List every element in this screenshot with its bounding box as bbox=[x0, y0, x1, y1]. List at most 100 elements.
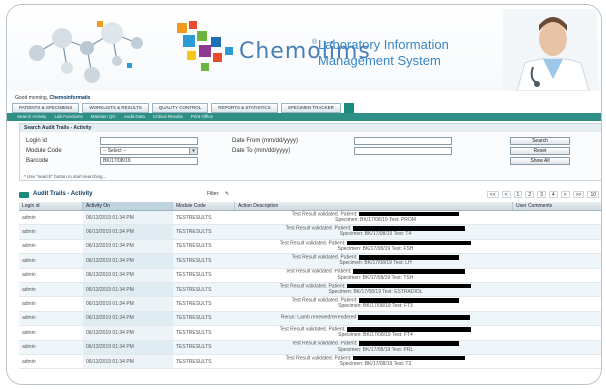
cell-login-id: admin bbox=[22, 257, 36, 264]
show-all-button[interactable]: Show All bbox=[510, 157, 570, 165]
tab-patients-specimens[interactable]: PATIENTS & SPECIMENS bbox=[12, 103, 80, 113]
tagline-line-1: Laboratory Information bbox=[318, 37, 449, 52]
cell-activity-on: 06/13/2019 01:34 PM bbox=[83, 225, 173, 239]
cell-user-comments bbox=[513, 211, 601, 224]
action-text-2: Specimen: BK/17/08/19 Test: FSH bbox=[337, 245, 414, 252]
filter-icon[interactable]: ✎ bbox=[225, 191, 229, 197]
tab-reports-statistics[interactable]: REPORTS & STATISTICS bbox=[211, 103, 278, 113]
cell-user-comments bbox=[513, 225, 601, 238]
grid-header: Audit Trails - Activity Filter: ✎ << < 1… bbox=[19, 191, 601, 201]
filter-control[interactable]: Filter: ✎ bbox=[207, 191, 229, 197]
pager-prev[interactable]: < bbox=[501, 191, 511, 198]
table-row[interactable]: admin 06/13/2019 01:34 PM TESTRESULTS Test … bbox=[19, 268, 601, 283]
redacted-block bbox=[359, 255, 460, 260]
subnav-item-audit-data[interactable]: Audit Data bbox=[124, 113, 145, 121]
cell-module-code: TESTRESULTS bbox=[176, 272, 212, 279]
cell-login-id: admin bbox=[22, 243, 36, 250]
cell-login-id: admin bbox=[22, 329, 36, 336]
subnav-item-maintain-qc[interactable]: Maintain QC bbox=[91, 113, 116, 121]
cell-activity-on: 06/13/2019 01:34 PM bbox=[83, 326, 173, 340]
audit-table: Login id Activity On Module Code Action … bbox=[19, 202, 601, 370]
action-line-2: Specimen: BK/17/08/19 Test: ESTRADIOL bbox=[328, 289, 422, 296]
search-panel: Search Audit Trails - Activity Login id … bbox=[19, 123, 601, 181]
col-login-id[interactable]: Login id bbox=[19, 202, 83, 210]
cell-login-id: admin bbox=[22, 358, 36, 365]
cell-action-description: Test Result validated. Patient: Specimen:… bbox=[235, 211, 513, 224]
login-id-input[interactable] bbox=[100, 137, 198, 145]
pager-page-3[interactable]: 3 bbox=[537, 191, 546, 198]
pager: << < 1 2 3 4 > >> 10 bbox=[486, 191, 599, 198]
table-row[interactable]: admin 06/13/2019 01:34 PM TESTRESULTS Rerun… bbox=[19, 311, 601, 327]
login-id-label: Login id bbox=[26, 138, 48, 144]
date-from-input[interactable] bbox=[354, 137, 452, 145]
pager-next[interactable]: > bbox=[560, 191, 570, 198]
subnav-item-lab-functions[interactable]: Lab Functions bbox=[55, 113, 83, 121]
col-activity-on[interactable]: Activity On bbox=[83, 202, 173, 210]
cell-module-code: TESTRESULTS bbox=[176, 315, 212, 322]
table-row[interactable]: admin 06/13/2019 01:34 PM TESTRESULTS Test … bbox=[19, 282, 601, 298]
subnav-item-search-activity[interactable]: Search Activity bbox=[17, 113, 47, 121]
pager-page-4[interactable]: 4 bbox=[548, 191, 558, 198]
pager-page-1[interactable]: 1 bbox=[513, 191, 523, 198]
cell-activity-on: 06/13/2019 01:34 PM bbox=[83, 268, 173, 282]
welcome-user: Chemoinformatix bbox=[49, 95, 91, 101]
cell-login-id: admin bbox=[22, 344, 36, 351]
tab-specimen-tracker[interactable]: SPECIMEN TRACKER bbox=[280, 103, 341, 113]
table-row[interactable]: admin 06/13/2019 01:34 PM TESTRESULTS Test … bbox=[19, 326, 601, 341]
cell-activity-on: 06/13/2019 01:34 PM bbox=[83, 354, 173, 369]
redacted-block bbox=[353, 355, 466, 361]
search-button[interactable]: Search bbox=[510, 137, 570, 145]
pager-last[interactable]: >> bbox=[572, 191, 585, 198]
subnav-item-critical-results[interactable]: Critical Results bbox=[153, 113, 183, 121]
cell-activity-on: 06/13/2019 01:34 PM bbox=[83, 239, 173, 254]
reset-button[interactable]: Reset bbox=[510, 147, 570, 155]
tab-active[interactable] bbox=[343, 103, 354, 113]
cell-activity-on: 06/13/2019 01:34 PM bbox=[83, 311, 173, 326]
action-text-2: Specimen: BK/17/08/19 Test: FT3 bbox=[338, 303, 413, 310]
col-module-code[interactable]: Module Code bbox=[173, 202, 235, 210]
redacted-block bbox=[359, 341, 460, 346]
subnav-item-print-office[interactable]: Print Office bbox=[191, 113, 213, 121]
table-row[interactable]: admin 06/13/2019 01:34 PM TESTRESULTS Test … bbox=[19, 254, 601, 269]
cell-user-comments bbox=[513, 269, 601, 282]
pager-page-2[interactable]: 2 bbox=[525, 191, 535, 198]
cell-user-comments bbox=[513, 240, 601, 253]
cell-module-code: TESTRESULTS bbox=[176, 243, 212, 250]
nav-tabs: PATIENTS & SPECIMENS WORKLISTS & RESULTS… bbox=[12, 103, 354, 113]
col-user-comments[interactable]: User Comments bbox=[513, 202, 601, 210]
cell-action-description: Test Result validated. Patient: Specimen:… bbox=[235, 283, 513, 296]
date-to-label: Date To (mm/dd/yyyy) bbox=[232, 148, 291, 154]
tab-worklists-results[interactable]: WORKLISTS & RESULTS bbox=[82, 103, 149, 113]
redacted-block bbox=[353, 269, 466, 274]
date-to-input[interactable] bbox=[354, 147, 452, 155]
app-window: Chemolims ® Laboratory Information Manag… bbox=[6, 4, 602, 385]
table-row[interactable]: admin 06/13/2019 01:34 PM TESTRESULTS Test … bbox=[19, 297, 601, 312]
action-text-2: Specimen: BK/17/08/19 Test: LH bbox=[339, 260, 412, 267]
redacted-block bbox=[359, 298, 460, 303]
table-row[interactable]: admin 06/13/2019 01:34 PM TESTRESULTS Test … bbox=[19, 225, 601, 240]
col-action-description[interactable]: Action Description bbox=[235, 202, 513, 210]
action-text-2: Specimen: BK/17/08/19 Test: FT4 bbox=[338, 332, 413, 339]
table-row[interactable]: admin 06/13/2019 01:34 PM TESTRESULTS Test … bbox=[19, 211, 601, 226]
action-text-2: Specimen: BK/17/08/19 Test: T4 bbox=[339, 231, 412, 238]
cell-module-code: TESTRESULTS bbox=[176, 257, 212, 264]
chevron-down-icon[interactable]: ▾ bbox=[189, 148, 197, 154]
action-line-2: Specimen: BK/17/08/19 Test: FT4 bbox=[338, 332, 413, 339]
table-row[interactable]: admin 06/13/2019 01:34 PM TESTRESULTS Test … bbox=[19, 239, 601, 255]
tab-quality-control[interactable]: QUALITY CONTROL bbox=[151, 103, 209, 113]
action-line-2: Specimen: BK/17/08/19 Test: FSH bbox=[337, 245, 414, 253]
cell-action-description: Test Result validated. Patient: Specimen:… bbox=[235, 297, 513, 310]
cell-activity-on: 06/13/2019 01:34 PM bbox=[83, 282, 173, 297]
cell-action-description: Test Result validated. Patient: Specimen:… bbox=[235, 326, 513, 339]
page-size-select[interactable]: 10 bbox=[587, 191, 599, 198]
table-row[interactable]: admin 06/13/2019 01:34 PM TESTRESULTS Test … bbox=[19, 354, 601, 370]
module-code-select[interactable]: -- Select -- ▾ bbox=[100, 147, 198, 155]
pager-first[interactable]: << bbox=[486, 191, 499, 198]
table-row[interactable]: admin 06/13/2019 01:34 PM TESTRESULTS Test … bbox=[19, 340, 601, 355]
cell-action-description: Test Result validated. Patient: Specimen:… bbox=[235, 341, 513, 354]
module-code-label: Module Code bbox=[26, 148, 62, 154]
cell-activity-on: 06/13/2019 01:34 PM bbox=[83, 254, 173, 268]
cell-action-description: Test Result validated. Patient: Specimen:… bbox=[235, 254, 513, 267]
barcode-input[interactable]: BK/17/08/19 bbox=[100, 157, 198, 165]
action-text-1: Test Result validated. Patient: bbox=[279, 240, 346, 247]
